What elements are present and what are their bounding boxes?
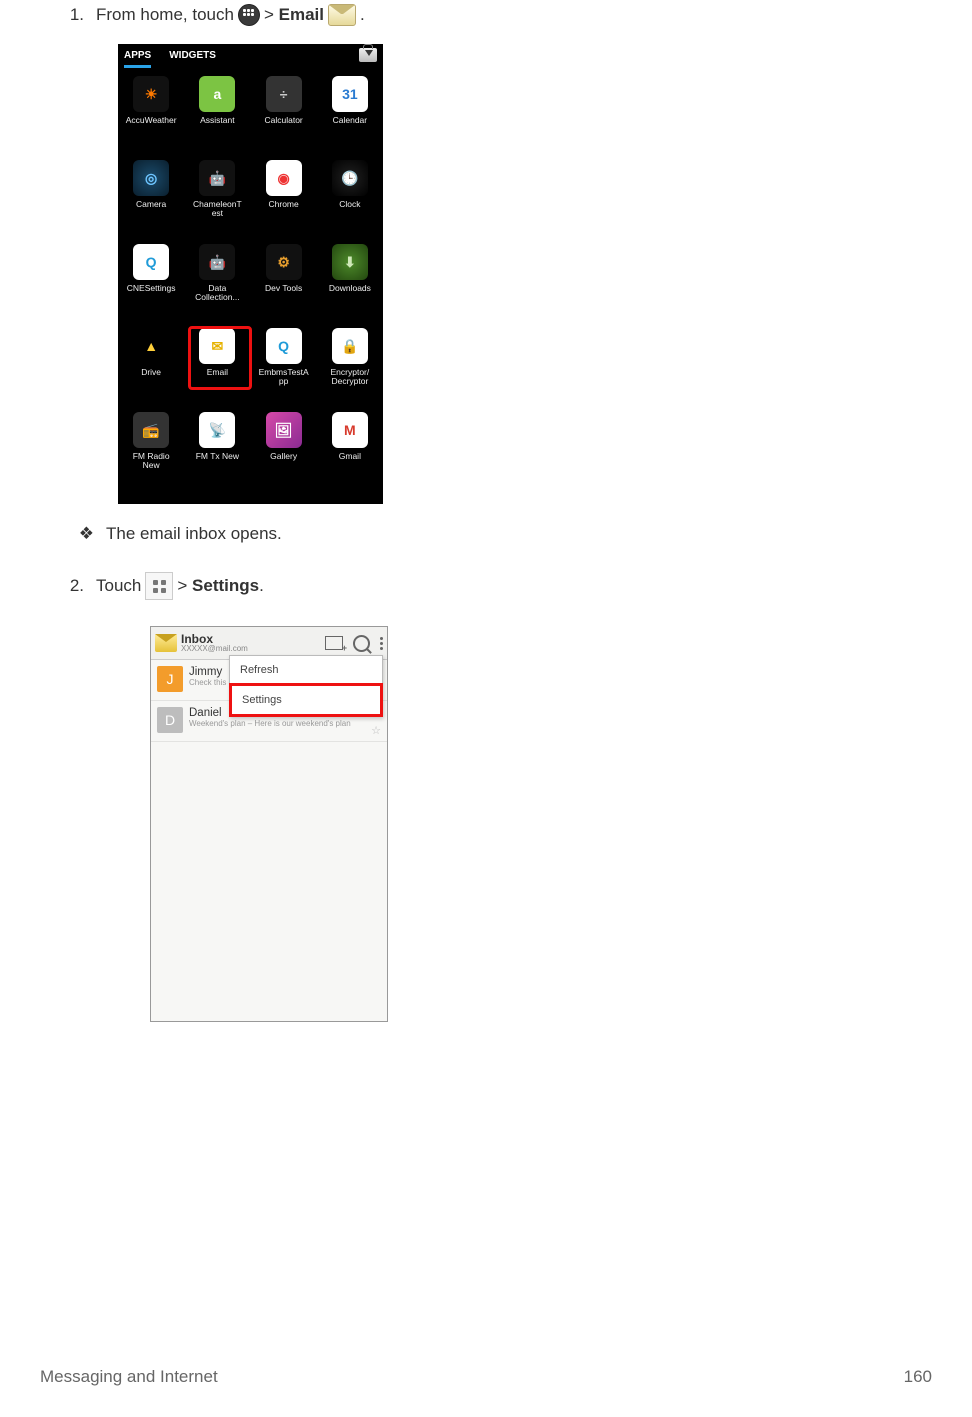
app-encryptor-decryptor[interactable]: 🔒 Encryptor/ Decryptor [317, 322, 383, 406]
result-text: The email inbox opens. [106, 524, 282, 544]
app-fm-tx-new[interactable]: 📡 FM Tx New [184, 406, 250, 490]
app-label: FM Radio New [122, 452, 180, 470]
step-2-period: . [259, 576, 264, 596]
app-icon: M [332, 412, 368, 448]
step-1: 1. From home, touch > Email . [48, 4, 924, 26]
app-label: Calculator [255, 116, 313, 125]
app-label: Chrome [255, 200, 313, 209]
app-icon: ◎ [133, 160, 169, 196]
step-2-number: 2. [48, 576, 84, 596]
app-label: Data Collection... [188, 284, 246, 302]
page-footer: Messaging and Internet 160 [40, 1367, 932, 1387]
app-label: Camera [122, 200, 180, 209]
app-camera[interactable]: ◎ Camera [118, 154, 184, 238]
app-icon: 🖼 [266, 412, 302, 448]
app-icon: Q [266, 328, 302, 364]
app-icon: 31 [332, 76, 368, 112]
app-label: Downloads [321, 284, 379, 293]
footer-page: 160 [904, 1367, 932, 1387]
step-2-settings-label: Settings [192, 576, 259, 596]
email-highlight [188, 326, 252, 390]
app-icon: ⬇ [332, 244, 368, 280]
step-1-number: 1. [48, 5, 84, 25]
app-icon: 🔒 [332, 328, 368, 364]
step-1-text-pre: From home, touch [96, 5, 234, 25]
app-label: FM Tx New [188, 452, 246, 461]
app-icon: Q [133, 244, 169, 280]
screenshot-email-inbox: Inbox XXXXX@mail.com JJimmyCheck this ou… [150, 626, 388, 1022]
app-drive[interactable]: ▲ Drive [118, 322, 184, 406]
menu-settings[interactable]: Settings [229, 683, 383, 717]
app-assistant[interactable]: a Assistant [184, 70, 250, 154]
app-dev-tools[interactable]: ⚙ Dev Tools [251, 238, 317, 322]
app-fm-radio-new[interactable]: 📻 FM Radio New [118, 406, 184, 490]
tab-apps[interactable]: APPS [124, 46, 151, 65]
app-clock[interactable]: 🕒 Clock [317, 154, 383, 238]
app-label: Gmail [321, 452, 379, 461]
app-label: Calendar [321, 116, 379, 125]
app-label: Gallery [255, 452, 313, 461]
app-chrome[interactable]: ◉ Chrome [251, 154, 317, 238]
app-cnesettings[interactable]: Q CNESettings [118, 238, 184, 322]
app-label: Assistant [188, 116, 246, 125]
app-icon: ⚙ [266, 244, 302, 280]
app-icon: ▲ [133, 328, 169, 364]
overflow-menu: Refresh Settings [229, 655, 383, 717]
apps-tabs: APPS WIDGETS [118, 44, 383, 66]
result-bullet: ❖ The email inbox opens. [48, 524, 924, 544]
app-downloads[interactable]: ⬇ Downloads [317, 238, 383, 322]
app-icon: 📻 [133, 412, 169, 448]
tab-widgets[interactable]: WIDGETS [169, 46, 216, 65]
app-icon: ÷ [266, 76, 302, 112]
play-store-icon[interactable] [359, 48, 377, 62]
app-chameleont-est[interactable]: 🤖 ChameleonT est [184, 154, 250, 238]
bullet-icon: ❖ [48, 524, 94, 544]
app-label: Encryptor/ Decryptor [321, 368, 379, 386]
step-1-email-label: Email [279, 5, 324, 25]
app-label: Dev Tools [255, 284, 313, 293]
app-label: AccuWeather [122, 116, 180, 125]
step-1-gt1: > [264, 5, 274, 25]
screenshot-apps-grid: APPS WIDGETS ☀ AccuWeather a Assistant ÷ Calc… [118, 44, 383, 504]
app-embmstesta-pp[interactable]: Q EmbmsTestA pp [251, 322, 317, 406]
app-icon: 🕒 [332, 160, 368, 196]
step-2: 2. Touch > Settings . [48, 572, 924, 600]
menu-icon [145, 572, 173, 600]
footer-section: Messaging and Internet [40, 1367, 218, 1387]
step-2-text-pre: Touch [96, 576, 141, 596]
app-icon: ☀ [133, 76, 169, 112]
app-label: EmbmsTestA pp [255, 368, 313, 386]
star-icon[interactable]: ☆ [371, 724, 381, 737]
apps-icon [238, 4, 260, 26]
app-data-collection-[interactable]: 🤖 Data Collection... [184, 238, 250, 322]
app-icon: 🤖 [199, 244, 235, 280]
inbox-icon [155, 634, 177, 652]
avatar: J [157, 666, 183, 692]
inbox-account: XXXXX@mail.com [181, 645, 325, 653]
app-calendar[interactable]: 31 Calendar [317, 70, 383, 154]
app-icon: 🤖 [199, 160, 235, 196]
app-label: ChameleonT est [188, 200, 246, 218]
email-icon [328, 4, 356, 26]
app-calculator[interactable]: ÷ Calculator [251, 70, 317, 154]
preview-text: Weekend's plan – Here is our weekend's p… [189, 719, 381, 728]
compose-icon[interactable] [325, 636, 343, 650]
search-icon[interactable] [353, 635, 370, 652]
app-label: Drive [122, 368, 180, 377]
avatar: D [157, 707, 183, 733]
app-label: Clock [321, 200, 379, 209]
app-gmail[interactable]: M Gmail [317, 406, 383, 490]
step-2-gt: > [177, 576, 187, 596]
app-icon: 📡 [199, 412, 235, 448]
app-accuweather[interactable]: ☀ AccuWeather [118, 70, 184, 154]
app-icon: a [199, 76, 235, 112]
app-label: CNESettings [122, 284, 180, 293]
app-icon: ◉ [266, 160, 302, 196]
menu-refresh[interactable]: Refresh [230, 656, 382, 684]
overflow-menu-icon[interactable] [380, 637, 383, 650]
app-gallery[interactable]: 🖼 Gallery [251, 406, 317, 490]
step-1-period: . [360, 5, 365, 25]
